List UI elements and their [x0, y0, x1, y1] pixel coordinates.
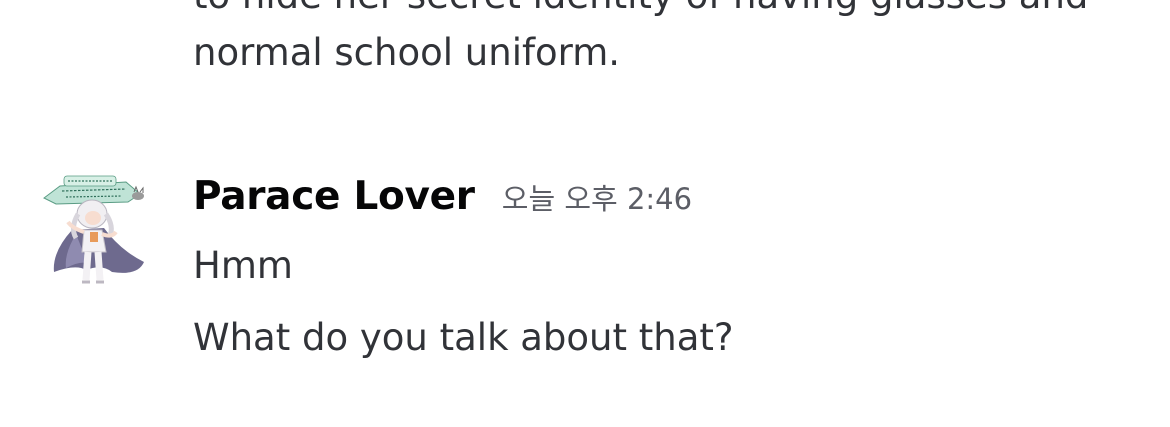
previous-message-text: to hide her secret identity of having gl…	[193, 0, 1153, 81]
message-line: Hmm	[193, 244, 293, 287]
character-avatar-icon	[43, 175, 144, 284]
message-line: What do you talk about that?	[193, 316, 734, 359]
username[interactable]: Parace Lover	[193, 174, 475, 219]
message-timestamp: 오늘 오후 2:46	[501, 182, 693, 216]
user-avatar[interactable]	[42, 172, 152, 290]
chat-view: to hide her secret identity of having gl…	[0, 0, 1170, 427]
message-header: Parace Lover 오늘 오후 2:46	[193, 174, 692, 219]
previous-message-line: normal school uniform.	[193, 31, 620, 74]
previous-message-line: to hide her secret identity of having gl…	[193, 0, 1153, 24]
